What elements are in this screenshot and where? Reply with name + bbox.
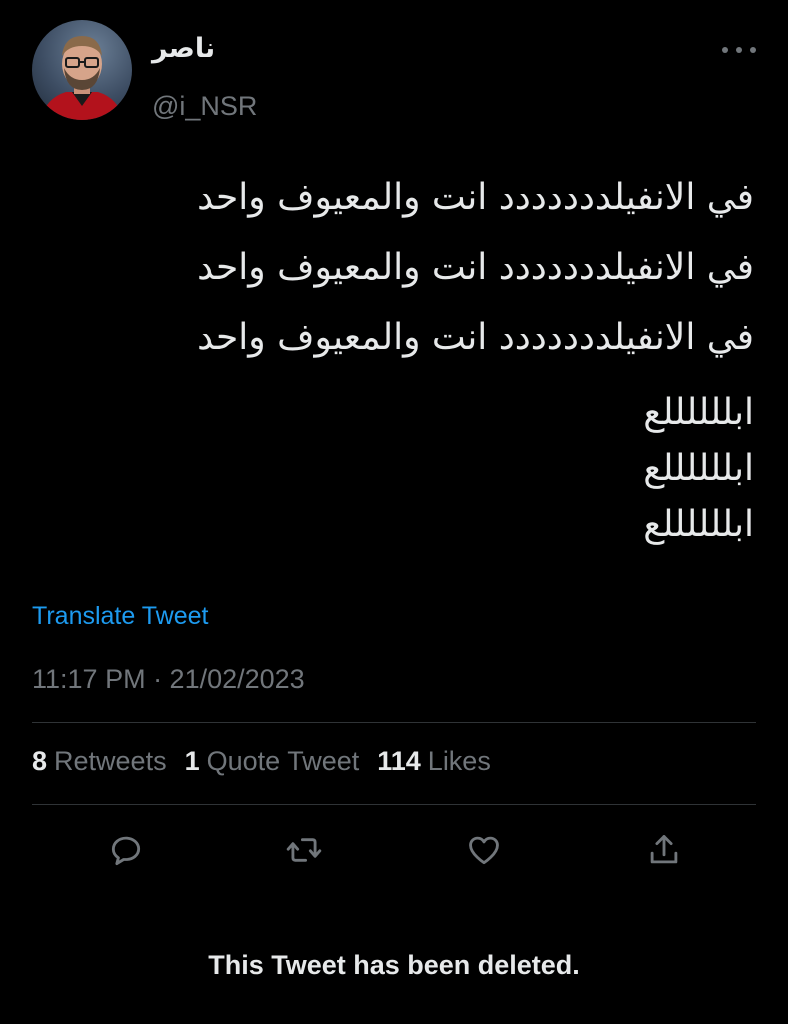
tweet-text: في الانفيلددددددد انت والمعيوف واحد في ا…	[54, 168, 754, 554]
likes-stat[interactable]: 114 Likes	[377, 746, 491, 777]
translate-tweet-link[interactable]: Translate Tweet	[32, 602, 208, 631]
heart-icon	[469, 836, 499, 865]
likes-label: Likes	[427, 746, 491, 776]
avatar-image	[40, 36, 124, 120]
retweet-icon	[286, 838, 322, 862]
author-display-name[interactable]: ناصر	[152, 32, 215, 66]
reply-button[interactable]	[104, 828, 148, 872]
divider	[32, 804, 756, 805]
likes-count: 114	[377, 746, 421, 776]
tweet-line: ابللللللع	[643, 392, 754, 433]
line-spacer	[54, 378, 754, 386]
retweets-stat[interactable]: 8 Retweets	[32, 746, 167, 777]
like-button[interactable]	[462, 828, 506, 872]
retweets-label: Retweets	[54, 746, 167, 776]
tweet-actions	[0, 828, 788, 872]
quote-tweets-count: 1	[184, 746, 200, 776]
dot-icon	[736, 47, 742, 53]
tweet-line: ابللللللع	[643, 504, 754, 545]
avatar[interactable]	[32, 20, 132, 120]
quote-tweets-label: Quote Tweet	[206, 746, 360, 776]
reply-icon	[111, 836, 141, 866]
divider	[32, 722, 756, 723]
dot-icon	[722, 47, 728, 53]
tweet-timestamp[interactable]: 11:17 PM · 21/02/2023	[32, 664, 305, 695]
tweet-line: في الانفيلددددددد انت والمعيوف واحد	[197, 317, 754, 358]
author-handle[interactable]: @i_NSR	[152, 90, 257, 122]
deleted-tweet-notice: This Tweet has been deleted.	[208, 950, 580, 980]
tweet-line: في الانفيلددددددد انت والمعيوف واحد	[197, 177, 754, 218]
share-icon	[650, 835, 678, 864]
tweet-line: ابللللللع	[643, 448, 754, 489]
retweet-button[interactable]	[282, 828, 326, 872]
dot-icon	[750, 47, 756, 53]
quote-tweets-stat[interactable]: 1 Quote Tweet	[185, 746, 360, 777]
share-button[interactable]	[642, 828, 686, 872]
tweet-line: في الانفيلددددددد انت والمعيوف واحد	[197, 247, 754, 288]
more-options-icon[interactable]	[722, 40, 756, 60]
tweet-header: ناصر @i_NSR	[32, 20, 756, 122]
tweet-stats: 8 Retweets 1 Quote Tweet 114 Likes	[32, 746, 509, 777]
retweets-count: 8	[32, 746, 48, 776]
